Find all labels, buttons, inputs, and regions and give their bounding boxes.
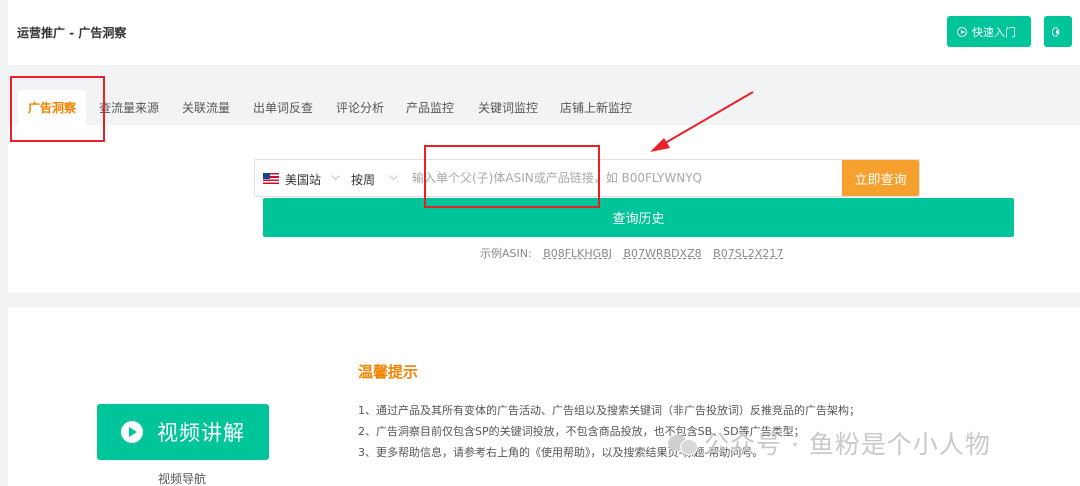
watermark: 公众号 · 鱼粉是个小人物 bbox=[668, 425, 991, 461]
site-select[interactable]: 美国站 bbox=[285, 171, 321, 188]
tip-item: 1、通过产品及其所有变体的广告活动、广告组以及搜索关键词（非广告投放词）反推竞品… bbox=[358, 404, 860, 417]
chevron-down-icon[interactable]: ⌵ bbox=[389, 169, 398, 184]
tab-order-keyword-lookup[interactable]: 出单词反查 bbox=[253, 90, 313, 125]
help-button[interactable] bbox=[1044, 16, 1072, 47]
breadcrumb: 运营推广 - 广告洞察 bbox=[17, 26, 127, 40]
video-tutorial-button[interactable]: 视频讲解 bbox=[97, 404, 269, 460]
tab-store-new-monitor[interactable]: 店铺上新监控 bbox=[560, 90, 632, 125]
tips-title: 温馨提示 bbox=[358, 363, 419, 381]
quick-start-label: 快速入门 bbox=[972, 25, 1016, 39]
play-circle-icon bbox=[957, 26, 967, 37]
example-asin-link[interactable]: B07WRBDXZ8 bbox=[624, 247, 702, 260]
tab-ad-insight[interactable]: 广告洞察 bbox=[18, 90, 87, 125]
tab-keyword-monitor[interactable]: 关键词监控 bbox=[478, 90, 538, 125]
example-asin-link[interactable]: B07SL2X217 bbox=[713, 247, 783, 260]
video-nav-link[interactable]: 视频导航 bbox=[158, 470, 206, 486]
top-bar bbox=[8, 0, 1080, 65]
search-bar: 美国站 ⌵ 按周 ⌵ 立即查询 bbox=[254, 159, 920, 197]
query-history-button[interactable]: 查询历史 bbox=[263, 198, 1014, 237]
watermark-text: 公众号 · 鱼粉是个小人物 bbox=[704, 430, 991, 459]
example-asin-label: 示例ASIN: bbox=[480, 247, 532, 260]
quick-start-button[interactable]: 快速入门 bbox=[947, 16, 1031, 47]
period-select[interactable]: 按周 bbox=[351, 171, 375, 188]
video-tutorial-label: 视频讲解 bbox=[157, 421, 245, 445]
asin-search-input[interactable] bbox=[412, 160, 842, 196]
us-flag-icon bbox=[263, 173, 279, 184]
tab-traffic-source[interactable]: 查流量来源 bbox=[99, 90, 159, 125]
example-asins: 示例ASIN: B08FLKHGBJ B07WRBDXZ8 B07SL2X217 bbox=[480, 245, 783, 261]
wechat-icon bbox=[668, 433, 698, 455]
chevron-down-icon[interactable]: ⌵ bbox=[331, 169, 340, 184]
tab-product-monitor[interactable]: 产品监控 bbox=[406, 90, 454, 125]
query-now-button[interactable]: 立即查询 bbox=[842, 160, 919, 196]
play-circle-icon bbox=[1052, 26, 1060, 37]
tab-bar: 广告洞察 查流量来源 关联流量 出单词反查 评论分析 产品监控 关键词监控 店铺… bbox=[8, 90, 1080, 125]
tab-review-analysis[interactable]: 评论分析 bbox=[336, 90, 384, 125]
tab-related-traffic[interactable]: 关联流量 bbox=[182, 90, 230, 125]
play-icon bbox=[121, 421, 143, 443]
example-asin-link[interactable]: B08FLKHGBJ bbox=[543, 247, 612, 260]
